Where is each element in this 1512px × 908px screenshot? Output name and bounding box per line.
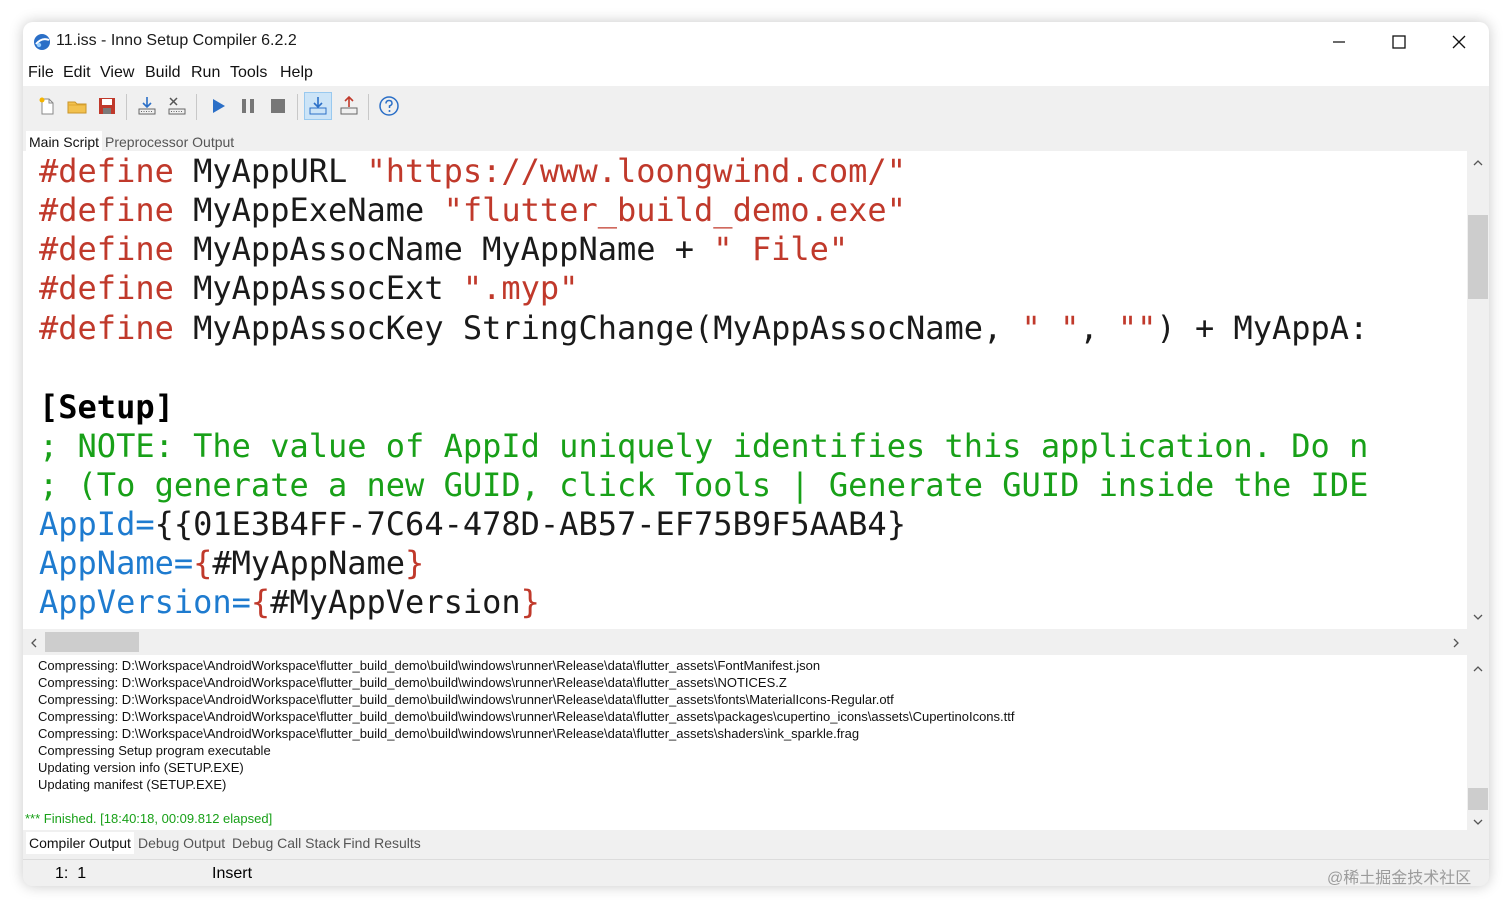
section-header: [Setup] xyxy=(39,388,174,426)
status-bar: 1: 1 Insert xyxy=(23,859,1489,886)
terminate-button[interactable] xyxy=(264,92,292,120)
editor-vertical-scrollbar[interactable] xyxy=(1467,151,1489,629)
menu-edit[interactable]: Edit xyxy=(63,64,91,82)
code-line: AppVersion={#MyAppVersion} xyxy=(39,583,540,621)
target-install-button[interactable] xyxy=(304,92,332,120)
compiler-output-panel[interactable]: Compressing: D:\Workspace\AndroidWorkspa… xyxy=(23,655,1467,830)
scroll-thumb[interactable] xyxy=(45,632,139,652)
tab-compiler-output[interactable]: Compiler Output xyxy=(26,832,134,854)
output-tabs: Compiler Output Debug Output Debug Call … xyxy=(23,832,1489,854)
output-line: Compressing Setup program executable xyxy=(38,743,271,758)
cursor-position: 1: 1 xyxy=(55,865,87,882)
stop-compile-icon xyxy=(168,97,186,115)
insert-mode-indicator: Insert xyxy=(212,865,253,882)
code-line: #define MyAppAssocExt ".myp" xyxy=(39,269,579,307)
target-uninstall-icon xyxy=(340,95,358,115)
title-bar: 11.iss - Inno Setup Compiler 6.2.2 xyxy=(23,22,1489,62)
help-icon xyxy=(379,96,399,116)
code-line: AppId={{01E3B4FF-7C64-478D-AB57-EF75B9F5… xyxy=(39,505,906,543)
target-install-icon xyxy=(309,97,327,115)
close-button[interactable] xyxy=(1429,22,1489,62)
inno-setup-app-icon xyxy=(34,34,50,50)
watermark: @稀土掘金技术社区 xyxy=(1327,870,1472,887)
menu-bar: File Edit View Build Run Tools Help xyxy=(23,62,1489,86)
window-title: 11.iss - Inno Setup Compiler 6.2.2 xyxy=(56,32,297,49)
menu-tools[interactable]: Tools xyxy=(230,64,267,82)
code-line: AppName={#MyAppName} xyxy=(39,544,425,582)
code-line: #define MyAppURL "https://www.loongwind.… xyxy=(39,152,906,190)
output-line: Compressing: D:\Workspace\AndroidWorkspa… xyxy=(38,709,1015,724)
tab-debug-output[interactable]: Debug Output xyxy=(138,832,225,854)
toolbar xyxy=(23,86,1489,126)
scroll-thumb[interactable] xyxy=(1468,215,1488,299)
save-button[interactable] xyxy=(93,92,121,120)
toolbar-separator xyxy=(368,94,369,120)
output-line: Compressing: D:\Workspace\AndroidWorkspa… xyxy=(38,658,821,673)
output-line: Updating manifest (SETUP.EXE) xyxy=(38,777,227,792)
open-button[interactable] xyxy=(63,92,91,120)
editor-horizontal-scrollbar[interactable] xyxy=(23,629,1467,655)
scroll-thumb[interactable] xyxy=(1468,788,1488,810)
save-icon xyxy=(99,98,115,114)
output-line: Compressing: D:\Workspace\AndroidWorkspa… xyxy=(38,726,860,741)
new-file-icon xyxy=(39,97,54,115)
menu-view[interactable]: View xyxy=(100,64,134,82)
output-finished-line: *** Finished. [18:40:18, 00:09.812 elaps… xyxy=(25,811,273,826)
comment-line: ; NOTE: The value of AppId uniquely iden… xyxy=(39,427,1369,465)
code-line: #define MyAppExeName "flutter_build_demo… xyxy=(39,191,906,229)
close-icon xyxy=(1452,35,1466,49)
help-button[interactable] xyxy=(375,92,403,120)
toolbar-separator xyxy=(196,94,197,120)
app-window: 11.iss - Inno Setup Compiler 6.2.2 File … xyxy=(23,22,1489,886)
scroll-right-icon[interactable] xyxy=(1452,638,1460,648)
output-line: Compressing: D:\Workspace\AndroidWorkspa… xyxy=(38,692,894,707)
script-text: #define MyAppURL "https://www.loongwind.… xyxy=(39,151,1368,629)
scroll-down-icon[interactable] xyxy=(1473,818,1483,826)
toolbar-separator xyxy=(126,94,127,120)
scroll-up-icon[interactable] xyxy=(1473,159,1483,167)
terminate-icon xyxy=(271,99,285,113)
minimize-button[interactable] xyxy=(1309,22,1369,62)
menu-build[interactable]: Build xyxy=(145,64,181,82)
menu-run[interactable]: Run xyxy=(191,64,220,82)
run-icon xyxy=(213,99,225,113)
pause-icon xyxy=(242,99,254,113)
scroll-down-icon[interactable] xyxy=(1473,613,1483,621)
tab-find-results[interactable]: Find Results xyxy=(343,832,421,854)
maximize-button[interactable] xyxy=(1369,22,1429,62)
run-button[interactable] xyxy=(204,92,232,120)
minimize-icon xyxy=(1333,41,1345,43)
editor-tabs: Main Script Preprocessor Output xyxy=(23,131,1489,153)
maximize-icon xyxy=(1392,35,1406,49)
open-folder-icon xyxy=(67,101,87,114)
new-button[interactable] xyxy=(33,92,61,120)
pause-button[interactable] xyxy=(234,92,262,120)
menu-help[interactable]: Help xyxy=(280,64,313,82)
output-line: Compressing: D:\Workspace\AndroidWorkspa… xyxy=(38,675,787,690)
compile-icon xyxy=(138,97,156,115)
target-uninstall-button[interactable] xyxy=(335,92,363,120)
output-line: Updating version info (SETUP.EXE) xyxy=(38,760,244,775)
tab-debug-call-stack[interactable]: Debug Call Stack xyxy=(232,832,340,854)
tab-preprocessor-output[interactable]: Preprocessor Output xyxy=(105,131,234,153)
toolbar-separator xyxy=(297,94,298,120)
tab-main-script[interactable]: Main Script xyxy=(26,131,103,153)
output-vertical-scrollbar[interactable] xyxy=(1467,655,1489,830)
code-line: #define MyAppAssocName MyAppName + " Fil… xyxy=(39,230,849,268)
stop-compile-button[interactable] xyxy=(163,92,191,120)
code-line: #define MyAppAssocKey StringChange(MyApp… xyxy=(39,309,1369,347)
compile-button[interactable] xyxy=(133,92,161,120)
scroll-left-icon[interactable] xyxy=(30,638,38,648)
scroll-up-icon[interactable] xyxy=(1473,665,1483,673)
menu-file[interactable]: File xyxy=(28,64,54,82)
code-editor[interactable]: #define MyAppURL "https://www.loongwind.… xyxy=(23,151,1467,629)
comment-line: ; (To generate a new GUID, click Tools |… xyxy=(39,466,1369,504)
